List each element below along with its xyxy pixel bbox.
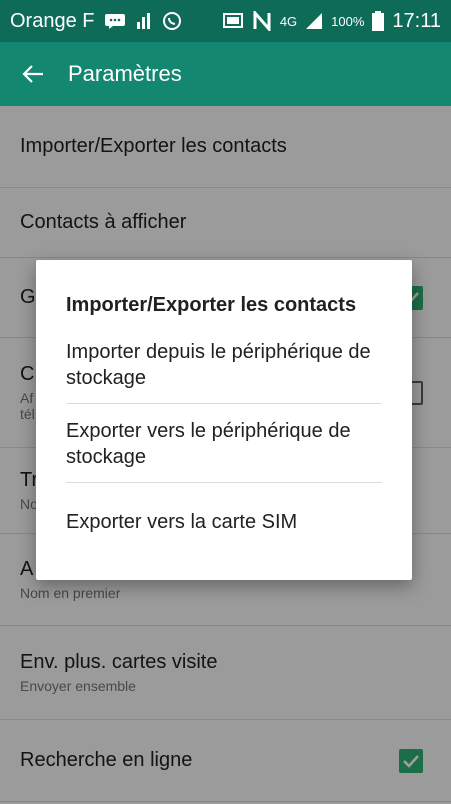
divider <box>66 482 382 483</box>
divider <box>66 403 382 404</box>
import-export-dialog: Importer/Exporter les contacts Importer … <box>36 260 412 580</box>
page-title: Paramètres <box>68 61 182 86</box>
cell-signal-icon <box>305 12 323 30</box>
message-icon <box>104 13 126 29</box>
status-bar: Orange F 4G 100% 17:11 <box>0 0 451 42</box>
dialog-option-import-storage[interactable]: Importer depuis le périphérique de stock… <box>66 339 382 403</box>
carrier-name: Orange F <box>10 9 95 32</box>
dialog-option-export-storage[interactable]: Exporter vers le périphérique de stockag… <box>66 418 382 482</box>
signal-bars-small-icon <box>136 12 152 30</box>
battery-percentage: 100% <box>331 13 365 29</box>
nfc-icon <box>252 11 272 31</box>
dialog-title: Importer/Exporter les contacts <box>66 294 357 316</box>
clock: 17:11 <box>392 9 441 32</box>
cast-icon <box>222 12 244 30</box>
back-arrow-icon[interactable] <box>20 61 46 87</box>
whatsapp-icon <box>162 11 182 31</box>
network-type: 4G <box>279 13 298 29</box>
app-bar: Paramètres <box>0 42 451 106</box>
battery-icon <box>372 11 385 31</box>
dialog-option-export-sim[interactable]: Exporter vers la carte SIM <box>66 497 382 547</box>
